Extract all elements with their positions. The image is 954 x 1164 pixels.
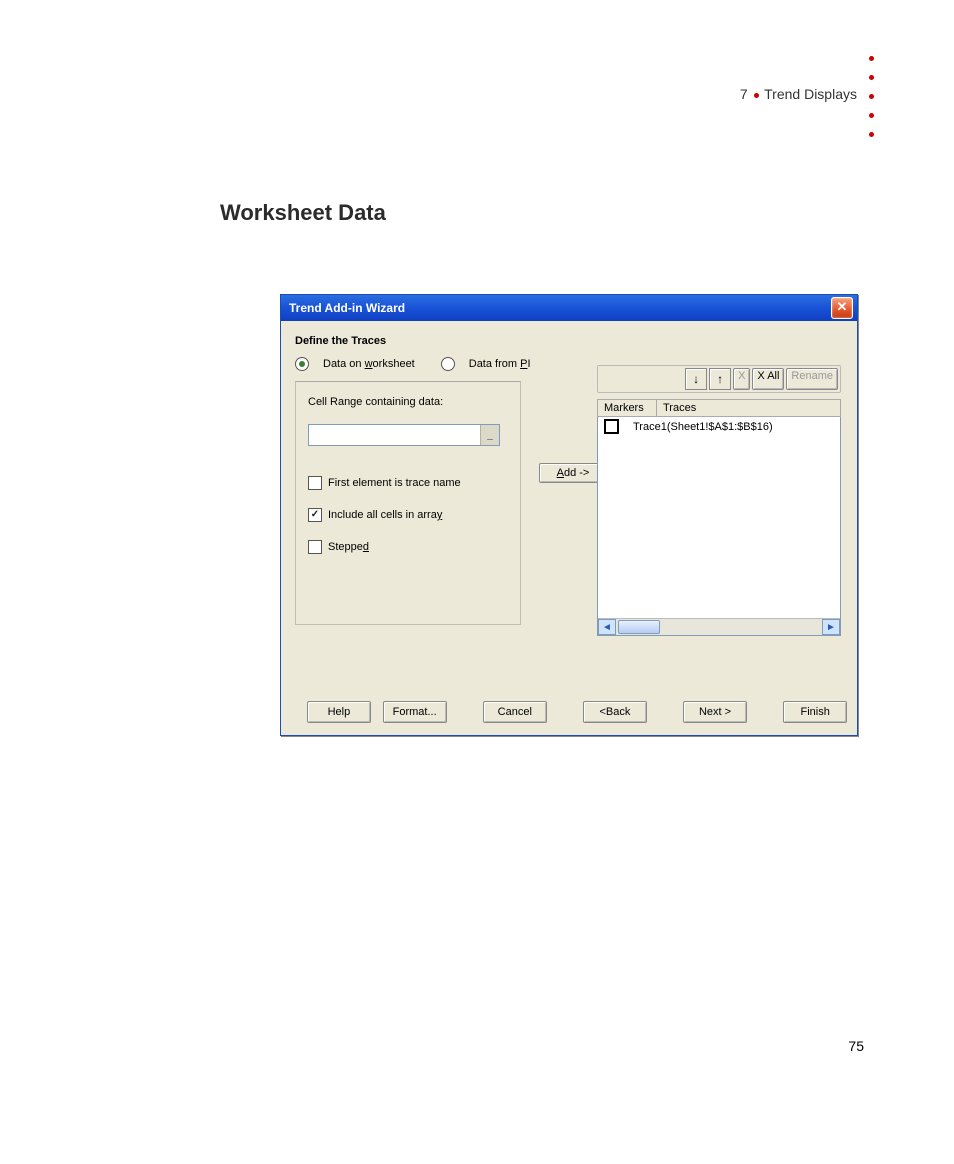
cancel-button[interactable]: Cancel (483, 701, 547, 723)
remove-button[interactable]: X (733, 368, 750, 390)
marker-icon[interactable] (604, 419, 619, 434)
chapter-label: 7 Trend Displays (740, 86, 857, 102)
col-markers[interactable]: Markers (598, 400, 657, 416)
checkbox-include-array[interactable] (308, 508, 322, 522)
dot-icon (754, 93, 759, 98)
checkbox-first-element[interactable] (308, 476, 322, 490)
radio-data-from-pi[interactable] (441, 357, 455, 371)
section-title: Worksheet Data (220, 200, 386, 226)
dialog-buttons: Help Format... Cancel <Back Next > Finis… (281, 693, 857, 735)
traces-toolbar: ↓ ↑ X X All Rename (597, 365, 841, 393)
page-number: 75 (848, 1038, 864, 1054)
checkbox-stepped[interactable] (308, 540, 322, 554)
cell-range-label: Cell Range containing data: (308, 396, 508, 408)
scroll-track[interactable] (616, 620, 822, 634)
checkbox-include-array-label[interactable]: Include all cells in array (328, 509, 442, 521)
trend-wizard-dialog: Trend Add-in Wizard ✕ Define the Traces … (280, 294, 858, 736)
radio-label-pi[interactable]: Data from PI (469, 358, 531, 370)
finish-button[interactable]: Finish (783, 701, 847, 723)
page-header: 7 Trend Displays (740, 56, 874, 137)
close-button[interactable]: ✕ (831, 297, 853, 319)
back-button[interactable]: <Back (583, 701, 647, 723)
chapter-number: 7 (740, 86, 748, 102)
scroll-left-button[interactable]: ◄ (598, 619, 616, 635)
traces-panel: ↓ ↑ X X All Rename Markers Traces Trace1… (597, 365, 841, 636)
trace-label: Trace1(Sheet1!$A$1:$B$16) (633, 421, 773, 433)
dot-icon (869, 94, 874, 99)
checkbox-first-element-label[interactable]: First element is trace name (328, 477, 461, 489)
list-item[interactable]: Trace1(Sheet1!$A$1:$B$16) (598, 417, 840, 436)
format-button[interactable]: Format... (383, 701, 447, 723)
horizontal-scrollbar[interactable]: ◄ ► (598, 618, 840, 635)
rename-button[interactable]: Rename (786, 368, 838, 390)
dialog-heading: Define the Traces (295, 335, 843, 347)
dot-icon (869, 75, 874, 80)
remove-all-button[interactable]: X All (752, 368, 784, 390)
cell-range-combo[interactable]: _ (308, 424, 500, 446)
decorative-dots (869, 56, 874, 137)
cell-range-input[interactable] (309, 425, 480, 445)
scroll-right-button[interactable]: ► (822, 619, 840, 635)
help-button[interactable]: Help (307, 701, 371, 723)
col-traces[interactable]: Traces (657, 400, 840, 416)
dot-icon (869, 56, 874, 61)
dot-icon (869, 113, 874, 118)
chapter-title: Trend Displays (764, 86, 857, 102)
radio-label-worksheet[interactable]: Data on worksheet (323, 358, 415, 370)
traces-list[interactable]: Trace1(Sheet1!$A$1:$B$16) ◄ ► (597, 417, 841, 636)
range-picker-button[interactable]: _ (480, 425, 499, 445)
dot-icon (869, 132, 874, 137)
column-headers: Markers Traces (597, 399, 841, 417)
cell-range-group: Cell Range containing data: _ First elem… (295, 381, 521, 625)
radio-data-on-worksheet[interactable] (295, 357, 309, 371)
titlebar[interactable]: Trend Add-in Wizard ✕ (281, 295, 857, 321)
move-down-button[interactable]: ↓ (685, 368, 707, 390)
move-up-button[interactable]: ↑ (709, 368, 731, 390)
dialog-title: Trend Add-in Wizard (289, 301, 405, 315)
next-button[interactable]: Next > (683, 701, 747, 723)
checkbox-stepped-label[interactable]: Stepped (328, 541, 369, 553)
scroll-thumb[interactable] (618, 620, 660, 634)
